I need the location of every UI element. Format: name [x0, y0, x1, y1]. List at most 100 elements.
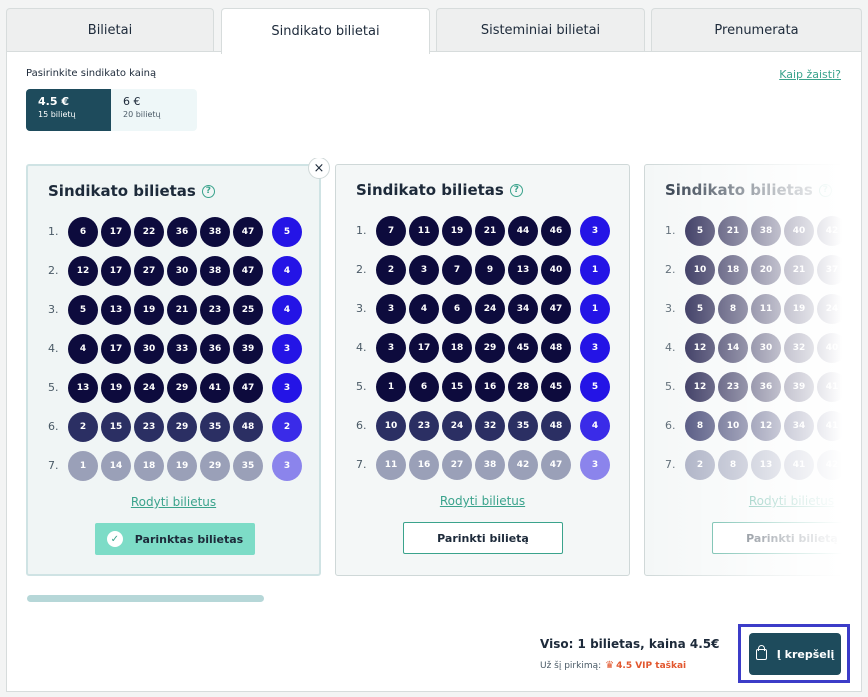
number-ball: 36	[167, 216, 197, 247]
line-number: 6.	[48, 420, 59, 433]
close-icon[interactable]: ×	[308, 158, 330, 179]
number-ball: 14	[718, 332, 748, 363]
number-ball: 47	[541, 449, 571, 480]
ticket-card: Sindikato bilietas? 1. 5 21 38 40 42 2. 10 18 20 21…	[644, 164, 842, 576]
number-ball: 41	[817, 371, 842, 402]
number-ball: 42	[817, 449, 842, 480]
price-toggle: 4.5 € 15 bilietų 6 € 20 bilietų	[26, 89, 197, 131]
number-ball: 6	[68, 216, 98, 247]
order-summary: Viso: 1 bilietas, kaina 4.5€ Už šį pirki…	[540, 637, 719, 671]
number-ball: 15	[101, 411, 131, 442]
help-icon[interactable]: ?	[509, 183, 523, 197]
number-ball: 47	[233, 255, 263, 286]
number-ball: 30	[751, 332, 781, 363]
number-ball: 36	[751, 371, 781, 402]
price-option-6[interactable]: 6 € 20 bilietų	[111, 89, 196, 131]
number-ball: 41	[200, 372, 230, 403]
number-ball: 8	[718, 449, 748, 480]
show-tickets-link[interactable]: Rodyti bilietus	[645, 494, 842, 508]
line-number: 4.	[356, 341, 367, 354]
line-number: 6.	[665, 419, 676, 432]
ticket-line: 2. 10 18 20 21 37	[665, 250, 842, 289]
card-title-text: Sindikato bilietas	[665, 181, 813, 199]
number-ball: 5	[685, 293, 715, 324]
how-to-play-link[interactable]: Kaip žaisti?	[779, 68, 841, 81]
price-value: 4.5 €	[38, 95, 69, 108]
selected-ticket-button[interactable]: ✓ Parinktas bilietas	[95, 523, 255, 555]
tab-sindikato-bilietai[interactable]: Sindikato bilietai	[221, 8, 430, 54]
number-ball: 12	[751, 410, 781, 441]
number-ball: 34	[784, 410, 814, 441]
number-ball: 38	[475, 449, 505, 480]
number-ball: 29	[200, 450, 230, 481]
number-ball: 27	[134, 255, 164, 286]
ticket-count: 15 bilietų	[38, 110, 76, 119]
number-ball: 2	[68, 411, 98, 442]
number-ball: 10	[718, 410, 748, 441]
number-ball: 20	[751, 254, 781, 285]
line-number: 6.	[356, 419, 367, 432]
select-ticket-button[interactable]: Parinkti bilietą	[712, 522, 842, 554]
number-ball: 18	[134, 450, 164, 481]
line-number: 1.	[356, 224, 367, 237]
add-to-cart-button[interactable]: Į krepšelį	[749, 633, 841, 675]
card-title: Sindikato bilietas?	[665, 181, 832, 199]
ticket-line: 5. 12 23 36 39 41	[665, 367, 842, 406]
ticket-line: 4. 4 17 30 33 36 39 3	[48, 329, 305, 368]
line-number: 2.	[48, 264, 59, 277]
number-ball: 1	[376, 371, 406, 402]
extra-number-ball: 4	[272, 255, 302, 286]
number-ball: 8	[685, 410, 715, 441]
number-ball: 40	[784, 215, 814, 246]
number-ball: 39	[784, 371, 814, 402]
number-ball: 32	[784, 332, 814, 363]
select-ticket-button[interactable]: Parinkti bilietą	[403, 522, 563, 554]
number-ball: 11	[409, 215, 439, 246]
select-button-label: Parinkti bilietą	[437, 531, 529, 545]
number-ball: 13	[101, 294, 131, 325]
number-ball: 3	[376, 332, 406, 363]
extra-number-ball: 3	[580, 332, 610, 363]
card-title: Sindikato bilietas?	[48, 182, 215, 200]
number-ball: 18	[442, 332, 472, 363]
extra-number-ball: 4	[580, 410, 610, 441]
extra-number-ball: 1	[580, 293, 610, 324]
number-ball: 23	[134, 411, 164, 442]
ticket-line: 5. 13 19 24 29 41 47 3	[48, 368, 305, 407]
number-ball: 47	[541, 293, 571, 324]
number-ball: 5	[685, 215, 715, 246]
carousel-scrollbar[interactable]	[27, 595, 264, 602]
show-tickets-link[interactable]: Rodyti bilietus	[28, 495, 319, 509]
number-ball: 44	[508, 215, 538, 246]
number-ball: 35	[233, 450, 263, 481]
number-ball: 2	[376, 254, 406, 285]
help-icon[interactable]: ?	[818, 183, 832, 197]
number-ball: 30	[167, 255, 197, 286]
number-ball: 17	[101, 216, 131, 247]
line-number: 7.	[665, 458, 676, 471]
price-option-4-5[interactable]: 4.5 € 15 bilietų	[26, 89, 111, 131]
number-ball: 13	[68, 372, 98, 403]
number-ball: 21	[718, 215, 748, 246]
number-ball: 29	[167, 372, 197, 403]
summary-total: Viso: 1 bilietas, kaina 4.5€	[540, 637, 720, 651]
show-tickets-link[interactable]: Rodyti bilietus	[336, 494, 629, 508]
number-ball: 9	[475, 254, 505, 285]
number-ball: 19	[134, 294, 164, 325]
number-ball: 3	[376, 293, 406, 324]
ticket-lines: 1. 6 17 22 36 38 47 5 2. 12 17 27 30 38 47 4 3. 5 13 19 21 23…	[48, 212, 305, 485]
cards-carousel: × Sindikato bilietas? 1. 6 17 22 36 38 47 5 2. 12 17…	[26, 158, 842, 578]
tab-bilietai[interactable]: Bilietai	[6, 8, 214, 52]
line-number: 4.	[48, 342, 59, 355]
help-icon[interactable]: ?	[201, 184, 215, 198]
extra-number-ball: 2	[272, 411, 302, 442]
number-ball: 40	[541, 254, 571, 285]
number-ball: 35	[508, 410, 538, 441]
tab-prenumerata[interactable]: Prenumerata	[651, 8, 862, 52]
line-number: 7.	[356, 458, 367, 471]
number-ball: 41	[784, 449, 814, 480]
price-value: 6 €	[123, 95, 141, 108]
line-number: 1.	[665, 224, 676, 237]
ticket-card: × Sindikato bilietas? 1. 6 17 22 36 38 47 5 2. 12 17…	[26, 158, 330, 576]
tab-sisteminiai-bilietai[interactable]: Sisteminiai bilietai	[436, 8, 645, 52]
